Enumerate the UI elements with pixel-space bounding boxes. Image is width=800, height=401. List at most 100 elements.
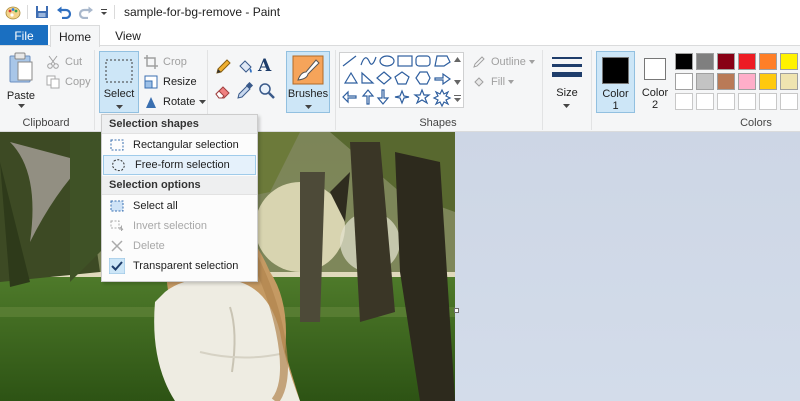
- select-all-label: Select all: [133, 200, 178, 212]
- size-dropdown-icon: [563, 104, 570, 108]
- tab-home[interactable]: Home: [50, 25, 100, 47]
- paint-app-icon[interactable]: [2, 1, 24, 23]
- invert-selection-icon: [106, 216, 128, 236]
- tab-file[interactable]: File: [0, 25, 48, 46]
- clipboard-group-label: Clipboard: [22, 117, 70, 129]
- rectangular-selection-item[interactable]: Rectangular selection: [102, 135, 257, 155]
- brushes-label: Brushes: [287, 88, 329, 100]
- freeform-selection-item[interactable]: Free-form selection: [103, 155, 256, 175]
- palette-color-swatch[interactable]: [717, 53, 735, 70]
- palette-color-swatch[interactable]: [780, 53, 798, 70]
- group-separator: [591, 50, 592, 130]
- group-separator: [94, 50, 95, 130]
- palette-color-swatch[interactable]: [759, 73, 777, 90]
- freeform-selection-icon: [108, 155, 130, 175]
- redo-icon[interactable]: [75, 1, 97, 23]
- palette-color-swatch[interactable]: [675, 73, 693, 90]
- quick-access-toolbar: [0, 0, 111, 24]
- outline-label: Outline: [491, 56, 526, 68]
- palette-color-swatch[interactable]: [696, 73, 714, 90]
- title-bar: sample-for-bg-remove - Paint: [0, 0, 800, 24]
- window-title: sample-for-bg-remove - Paint: [124, 5, 281, 19]
- palette-color-swatch[interactable]: [717, 93, 735, 110]
- invert-selection-label: Invert selection: [133, 220, 207, 232]
- select-all-item[interactable]: Select all: [102, 196, 257, 216]
- selection-shapes-header: Selection shapes: [102, 115, 257, 134]
- color1-number: 1: [612, 100, 619, 112]
- palette-color-swatch[interactable]: [696, 93, 714, 110]
- select-all-icon: [106, 196, 128, 216]
- delete-item[interactable]: Delete: [102, 236, 257, 256]
- select-button[interactable]: Select: [99, 51, 139, 113]
- invert-selection-item[interactable]: Invert selection: [102, 216, 257, 236]
- palette-color-swatch[interactable]: [738, 53, 756, 70]
- palette-color-swatch[interactable]: [780, 73, 798, 90]
- resize-icon: [142, 73, 160, 91]
- line-size-icon: [552, 57, 582, 77]
- resize-button[interactable]: Resize: [142, 72, 197, 92]
- text-tool-icon[interactable]: A: [258, 56, 278, 78]
- palette-color-swatch[interactable]: [675, 53, 693, 70]
- group-separator: [542, 50, 543, 130]
- freeform-selection-label: Free-form selection: [135, 159, 230, 171]
- palette-color-swatch[interactable]: [759, 93, 777, 110]
- outline-dropdown-icon: [528, 60, 535, 64]
- outline-button[interactable]: Outline: [470, 52, 535, 72]
- canvas-resize-handle[interactable]: [454, 308, 459, 313]
- crop-icon: [142, 53, 160, 71]
- color-palette: [675, 53, 800, 113]
- copy-button[interactable]: Copy: [44, 72, 91, 92]
- shapes-expand-icon[interactable]: [454, 94, 464, 108]
- pencil-icon[interactable]: [214, 58, 234, 78]
- fill-button[interactable]: Fill: [470, 72, 515, 92]
- tab-view[interactable]: View: [104, 25, 152, 46]
- brush-icon: [292, 55, 324, 85]
- delete-icon: [106, 236, 128, 256]
- save-icon[interactable]: [31, 1, 53, 23]
- select-dropdown-menu: Selection shapes Rectangular selection F…: [101, 114, 258, 282]
- palette-color-swatch[interactable]: [696, 53, 714, 70]
- paste-dropdown-icon: [17, 104, 25, 108]
- color2-label: Color: [641, 87, 669, 99]
- palette-color-swatch[interactable]: [780, 93, 798, 110]
- rectangular-selection-label: Rectangular selection: [133, 139, 239, 151]
- cut-button[interactable]: Cut: [44, 52, 82, 72]
- palette-color-swatch[interactable]: [675, 93, 693, 110]
- palette-color-swatch[interactable]: [717, 73, 735, 90]
- shapes-group-label: Shapes: [419, 117, 457, 129]
- rotate-dropdown-icon: [199, 99, 207, 104]
- brushes-dropdown-icon: [305, 105, 312, 109]
- paste-button[interactable]: Paste: [4, 52, 38, 109]
- fill-bucket-icon[interactable]: [236, 58, 256, 78]
- size-button[interactable]: Size: [547, 52, 587, 112]
- delete-label: Delete: [133, 240, 165, 252]
- copy-label: Copy: [65, 76, 91, 88]
- size-label: Size: [556, 87, 578, 99]
- ribbon-tabs: File Home View: [0, 24, 800, 47]
- rotate-button[interactable]: Rotate: [142, 92, 207, 112]
- color2-swatch: [644, 58, 666, 80]
- palette-color-swatch[interactable]: [738, 73, 756, 90]
- transparent-selection-label: Transparent selection: [133, 260, 239, 272]
- brushes-button[interactable]: Brushes: [286, 51, 330, 113]
- undo-icon[interactable]: [53, 1, 75, 23]
- colors-group-label: Colors: [740, 117, 772, 129]
- quick-access-separator: [27, 5, 28, 19]
- magnifier-icon[interactable]: [258, 82, 278, 102]
- palette-color-swatch[interactable]: [759, 53, 777, 70]
- select-dropdown-icon: [116, 105, 123, 109]
- color-picker-icon[interactable]: [236, 81, 256, 102]
- palette-color-swatch[interactable]: [738, 93, 756, 110]
- shapes-scroll-down-icon[interactable]: [454, 76, 464, 92]
- rotate-icon: [142, 93, 160, 111]
- transparent-selection-item[interactable]: Transparent selection: [102, 256, 257, 276]
- group-separator: [335, 50, 336, 130]
- color2-button[interactable]: Color 2: [639, 51, 671, 113]
- crop-button[interactable]: Crop: [142, 52, 187, 72]
- color1-button[interactable]: Color 1: [596, 51, 635, 113]
- rectangular-selection-icon: [105, 59, 133, 83]
- shapes-gallery: [339, 52, 464, 108]
- customize-quick-access-icon[interactable]: [97, 1, 111, 23]
- eraser-icon[interactable]: [214, 82, 234, 102]
- shapes-scroll-up-icon[interactable]: [454, 53, 464, 69]
